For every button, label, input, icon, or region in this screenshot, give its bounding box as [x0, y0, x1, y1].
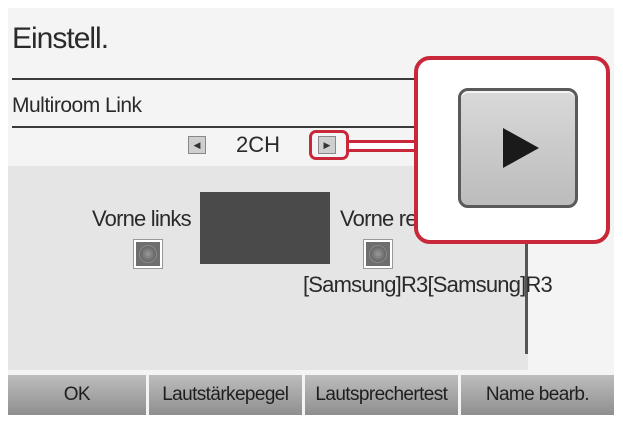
menu-item-multiroom-link[interactable]: Multiroom Link [12, 94, 142, 118]
speaker-test-button[interactable]: Lautsprechertest [304, 375, 458, 415]
play-icon [503, 128, 539, 168]
front-right-speaker-icon[interactable] [363, 239, 393, 269]
title-divider [12, 78, 422, 80]
menu-divider [12, 126, 422, 128]
right-arrow-highlight [309, 130, 349, 160]
front-left-speaker-icon[interactable] [133, 239, 163, 269]
volume-level-button[interactable]: Lautstärkepegel [148, 375, 302, 415]
channel-value: 2CH [236, 132, 281, 157]
speaker-cone-icon [139, 245, 157, 263]
center-display-box [200, 192, 330, 264]
page-title: Einstell. [12, 22, 109, 55]
ok-button[interactable]: OK [8, 375, 146, 415]
front-left-label: Vorne links [92, 206, 192, 231]
left-arrow-icon[interactable]: ◀ [188, 136, 206, 154]
speaker-cone-icon [369, 245, 387, 263]
edit-name-button[interactable]: Name bearb. [460, 375, 614, 415]
bottom-button-bar: OK Lautstärkepegel Lautsprechertest Name… [8, 375, 614, 415]
zoomed-right-arrow-button[interactable] [458, 88, 578, 208]
front-right-label: Vorne re [340, 206, 418, 231]
callout-connector [349, 140, 421, 152]
device-name: [Samsung]R3[Samsung]R3 [303, 272, 553, 297]
